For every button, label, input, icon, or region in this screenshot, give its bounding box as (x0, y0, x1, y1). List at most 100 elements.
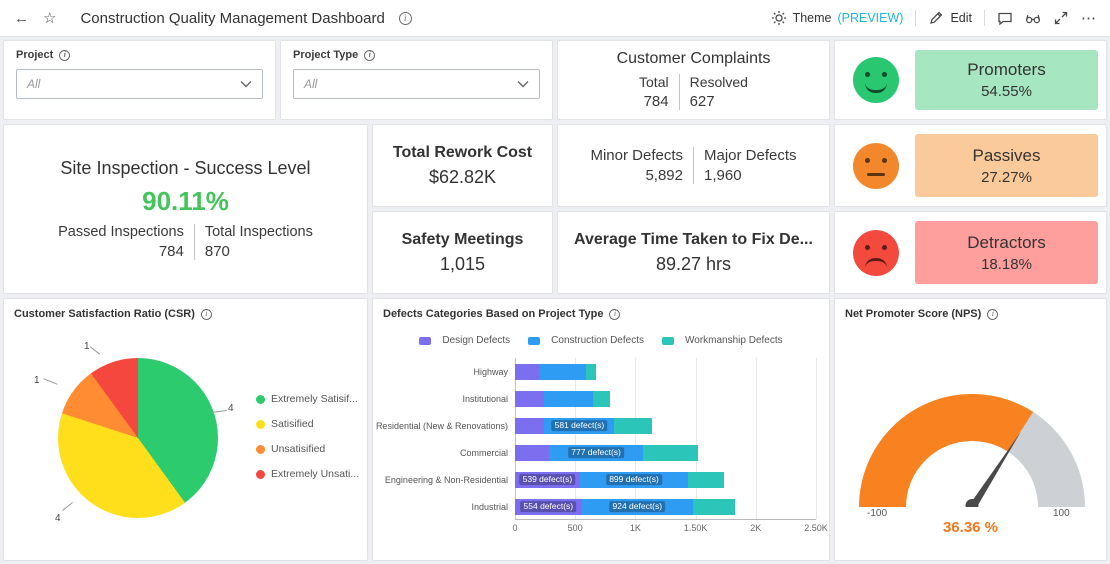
bar-segment[interactable] (586, 363, 597, 380)
bar-category-axis: Highway Institutional Residential (New & R… (376, 358, 515, 520)
bar-segment[interactable] (692, 498, 736, 515)
safety-meetings-value: 1,015 (439, 253, 486, 274)
gauge-max-label: 100 (1053, 508, 1070, 519)
resolved-label: Resolved (689, 74, 748, 90)
bar-segment[interactable]: 924 defect(s) (581, 498, 693, 515)
more-options-icon[interactable]: ⋯ (1081, 9, 1096, 27)
pie-slice-label: 1 (84, 341, 90, 352)
legend-marker (662, 336, 674, 345)
info-icon[interactable]: i (59, 49, 71, 61)
bar-segment-label: 554 defect(s) (520, 500, 577, 513)
pie-slice-label: 4 (228, 403, 234, 414)
info-icon[interactable]: i (609, 308, 621, 320)
bar-segment[interactable] (515, 444, 550, 461)
gauge-chart (859, 394, 1085, 507)
site-inspection-percent: 90.11% (142, 186, 229, 216)
customer-complaints-card: Customer Complaints Total 784 Resolved 6… (557, 40, 830, 120)
legend-item[interactable]: Workmanship Defects (662, 335, 783, 346)
nps-chart-title: Net Promoter Score (NPS) (845, 308, 982, 320)
bar-segment[interactable] (543, 390, 594, 407)
bar-segment[interactable]: 539 defect(s) (515, 471, 580, 488)
preview-button[interactable] (1025, 10, 1041, 26)
info-icon[interactable]: i (364, 49, 376, 61)
safety-meetings-title: Safety Meetings (401, 230, 524, 248)
chevron-down-icon (240, 81, 252, 88)
separator (984, 10, 985, 26)
x-tick-label: 500 (567, 523, 583, 533)
pie-legend: Extremely Satisif... Satisified Unsatisi… (256, 393, 359, 480)
theme-preview-label: (PREVIEW) (837, 11, 904, 25)
bar-category-label: Highway (473, 366, 508, 377)
defects-bar-chart-card: Defects Categories Based on Project Type… (372, 298, 830, 561)
legend-label: Satisified (271, 418, 314, 430)
total-label: Total (639, 74, 669, 90)
bar-segment[interactable]: 899 defect(s) (579, 471, 689, 488)
edit-button[interactable]: Edit (928, 10, 972, 26)
gridline (816, 358, 817, 519)
detractors-value-box: Detractors 18.18% (915, 221, 1098, 284)
legend-marker (419, 336, 432, 345)
bar-segment[interactable]: 581 defect(s) (544, 417, 615, 434)
glasses-icon (1025, 15, 1041, 24)
fullscreen-button[interactable] (1053, 10, 1069, 26)
site-inspection-title: Site Inspection - Success Level (60, 158, 311, 178)
back-icon[interactable]: ← (14, 10, 29, 27)
legend-item[interactable]: Unsatisified (256, 443, 359, 455)
resolved-value: 627 (689, 93, 715, 110)
neutral-face-icon (853, 142, 899, 189)
legend-item[interactable]: Satisified (256, 418, 359, 430)
separator (915, 10, 917, 26)
theme-label: Theme (792, 11, 832, 25)
legend-label: Extremely Unsati... (271, 468, 360, 480)
title-info-icon[interactable]: i (398, 11, 412, 25)
safety-meetings-card: Safety Meetings 1,015 (372, 211, 553, 294)
bar-segment[interactable]: 554 defect(s) (515, 498, 582, 515)
avg-fix-time-card: Average Time Taken to Fix De... 89.27 hr… (557, 211, 830, 294)
passed-inspections-value: 784 (158, 243, 184, 260)
bar-segment[interactable] (593, 390, 611, 407)
legend-item[interactable]: Construction Defects (528, 335, 644, 346)
bar-segment[interactable] (515, 363, 540, 380)
project-dropdown[interactable]: All (16, 69, 263, 99)
project-type-filter-label: Project Type (293, 49, 359, 61)
pie-slice-label: 4 (55, 513, 61, 524)
avg-fix-time-value: 89.27 hrs (655, 253, 732, 274)
favorite-star-icon[interactable]: ☆ (43, 9, 56, 27)
bar-row (515, 358, 816, 385)
project-dropdown-value: All (27, 77, 41, 91)
bar-segment[interactable] (515, 417, 545, 434)
passives-card: Passives 27.27% (834, 124, 1107, 207)
bar-segment[interactable] (515, 390, 544, 407)
x-tick-label: 2K (750, 523, 762, 533)
nps-gauge-card: Net Promoter Score (NPS) i -100 100 36.3… (834, 298, 1107, 561)
passives-value-box: Passives 27.27% (915, 134, 1098, 197)
project-filter-label: Project (16, 49, 54, 61)
legend-item[interactable]: Design Defects (419, 335, 510, 346)
sad-face-icon (853, 229, 899, 276)
comment-button[interactable] (997, 10, 1013, 26)
bar-segment[interactable] (642, 444, 699, 461)
gauge-value: 36.36 % (942, 519, 999, 536)
passives-value: 27.27% (981, 168, 1032, 186)
bar-row (515, 385, 816, 412)
defects-split-card: Minor Defects 5,892 Major Defects 1,960 (557, 124, 830, 207)
project-type-dropdown[interactable]: All (293, 69, 540, 99)
bar-segment[interactable] (539, 363, 587, 380)
bar-row: 777 defect(s) (515, 439, 816, 466)
pie-chart: 4 4 1 1 Extremely Satisif... Satisified … (4, 299, 367, 560)
promoters-label: Promoters (967, 60, 1046, 79)
legend-item[interactable]: Extremely Satisif... (256, 393, 359, 405)
bar-segment[interactable] (688, 471, 724, 488)
bar-segment-label: 581 defect(s) (551, 419, 608, 432)
theme-button[interactable]: Theme (PREVIEW) (771, 10, 904, 26)
info-icon[interactable]: i (987, 308, 999, 320)
project-type-dropdown-value: All (304, 77, 318, 91)
bar-segment[interactable] (614, 417, 652, 434)
bar-segment[interactable]: 777 defect(s) (549, 444, 643, 461)
legend-item[interactable]: Extremely Unsati... (256, 468, 359, 480)
defects-chart-title: Defects Categories Based on Project Type (383, 308, 604, 320)
gauge-min-label: -100 (867, 508, 888, 519)
x-tick-label: 1.50K (683, 523, 708, 533)
pie-slices[interactable] (58, 358, 218, 518)
major-defects-label: Major Defects (704, 147, 797, 164)
